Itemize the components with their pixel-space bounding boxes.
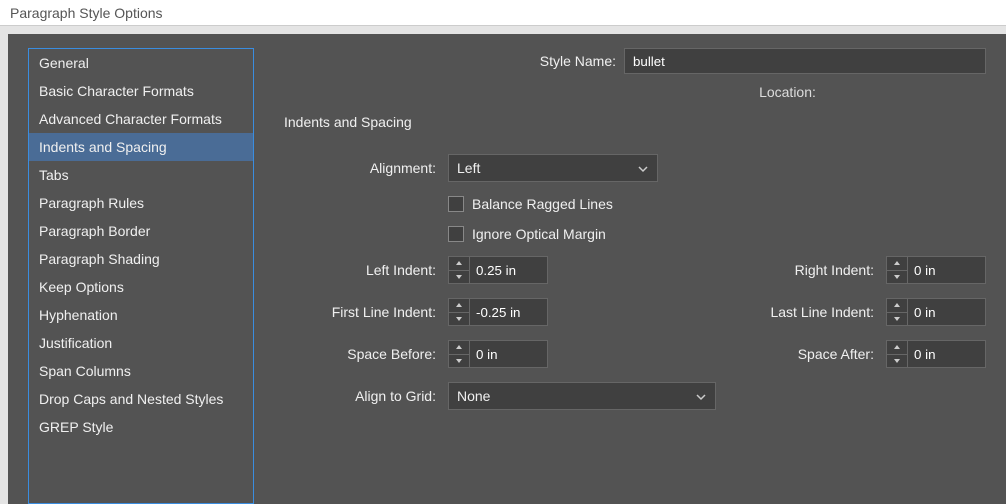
sidebar-item-justification[interactable]: Justification bbox=[29, 329, 253, 357]
chevron-down-icon bbox=[637, 162, 649, 174]
window-title: Paragraph Style Options bbox=[10, 5, 163, 21]
main-content: Style Name: Location: Indents and Spacin… bbox=[254, 48, 1006, 504]
align-to-grid-label: Align to Grid: bbox=[284, 388, 444, 404]
sidebar-item-tabs[interactable]: Tabs bbox=[29, 161, 253, 189]
left-indent-stepper[interactable] bbox=[448, 256, 728, 284]
arrow-up-icon[interactable] bbox=[449, 299, 469, 313]
sidebar-item-basic-char[interactable]: Basic Character Formats bbox=[29, 77, 253, 105]
arrow-up-icon[interactable] bbox=[887, 299, 907, 313]
chevron-down-icon bbox=[695, 390, 707, 402]
last-line-indent-input[interactable] bbox=[908, 298, 986, 326]
left-indent-label: Left Indent: bbox=[284, 262, 444, 278]
arrow-up-icon[interactable] bbox=[887, 257, 907, 271]
sidebar: General Basic Character Formats Advanced… bbox=[28, 48, 254, 504]
form-grid: Alignment: Left Balance Ragged Lines Ign… bbox=[284, 154, 986, 410]
style-name-label: Style Name: bbox=[284, 53, 624, 69]
section-title: Indents and Spacing bbox=[284, 114, 986, 130]
arrow-down-icon[interactable] bbox=[449, 355, 469, 368]
sidebar-item-hyphenation[interactable]: Hyphenation bbox=[29, 301, 253, 329]
sidebar-item-paragraph-border[interactable]: Paragraph Border bbox=[29, 217, 253, 245]
sidebar-item-advanced-char[interactable]: Advanced Character Formats bbox=[29, 105, 253, 133]
arrow-down-icon[interactable] bbox=[887, 355, 907, 368]
space-before-input[interactable] bbox=[470, 340, 548, 368]
arrow-up-icon[interactable] bbox=[449, 341, 469, 355]
alignment-value: Left bbox=[457, 160, 480, 176]
balance-ragged-label: Balance Ragged Lines bbox=[472, 196, 613, 212]
sidebar-item-general[interactable]: General bbox=[29, 49, 253, 77]
arrow-up-icon[interactable] bbox=[887, 341, 907, 355]
space-before-label: Space Before: bbox=[284, 346, 444, 362]
alignment-dropdown[interactable]: Left bbox=[448, 154, 658, 182]
left-indent-input[interactable] bbox=[470, 256, 548, 284]
first-line-indent-stepper[interactable] bbox=[448, 298, 728, 326]
sidebar-item-paragraph-rules[interactable]: Paragraph Rules bbox=[29, 189, 253, 217]
sidebar-item-span-columns[interactable]: Span Columns bbox=[29, 357, 253, 385]
space-before-stepper[interactable] bbox=[448, 340, 728, 368]
alignment-label: Alignment: bbox=[284, 160, 444, 176]
titlebar: Paragraph Style Options bbox=[0, 0, 1006, 26]
space-after-label: Space After: bbox=[732, 346, 882, 362]
align-to-grid-dropdown[interactable]: None bbox=[448, 382, 716, 410]
last-line-indent-label: Last Line Indent: bbox=[732, 304, 882, 320]
sidebar-item-indents-spacing[interactable]: Indents and Spacing bbox=[29, 133, 253, 161]
right-indent-input[interactable] bbox=[908, 256, 986, 284]
dialog-panel: General Basic Character Formats Advanced… bbox=[8, 34, 1006, 504]
last-line-indent-stepper[interactable] bbox=[886, 298, 986, 326]
sidebar-item-keep-options[interactable]: Keep Options bbox=[29, 273, 253, 301]
arrow-down-icon[interactable] bbox=[887, 271, 907, 284]
first-line-indent-input[interactable] bbox=[470, 298, 548, 326]
arrow-down-icon[interactable] bbox=[887, 313, 907, 326]
first-line-indent-label: First Line Indent: bbox=[284, 304, 444, 320]
sidebar-item-drop-caps[interactable]: Drop Caps and Nested Styles bbox=[29, 385, 253, 413]
sidebar-item-paragraph-shading[interactable]: Paragraph Shading bbox=[29, 245, 253, 273]
align-to-grid-value: None bbox=[457, 388, 490, 404]
right-indent-label: Right Indent: bbox=[732, 262, 882, 278]
space-after-input[interactable] bbox=[908, 340, 986, 368]
balance-ragged-checkbox[interactable] bbox=[448, 196, 464, 212]
style-name-input[interactable] bbox=[624, 48, 986, 74]
right-indent-stepper[interactable] bbox=[886, 256, 986, 284]
arrow-down-icon[interactable] bbox=[449, 271, 469, 284]
ignore-optical-label: Ignore Optical Margin bbox=[472, 226, 606, 242]
style-name-row: Style Name: bbox=[284, 48, 986, 74]
space-after-stepper[interactable] bbox=[886, 340, 986, 368]
location-label: Location: bbox=[589, 84, 986, 100]
arrow-down-icon[interactable] bbox=[449, 313, 469, 326]
arrow-up-icon[interactable] bbox=[449, 257, 469, 271]
sidebar-item-grep-style[interactable]: GREP Style bbox=[29, 413, 253, 441]
ignore-optical-checkbox[interactable] bbox=[448, 226, 464, 242]
